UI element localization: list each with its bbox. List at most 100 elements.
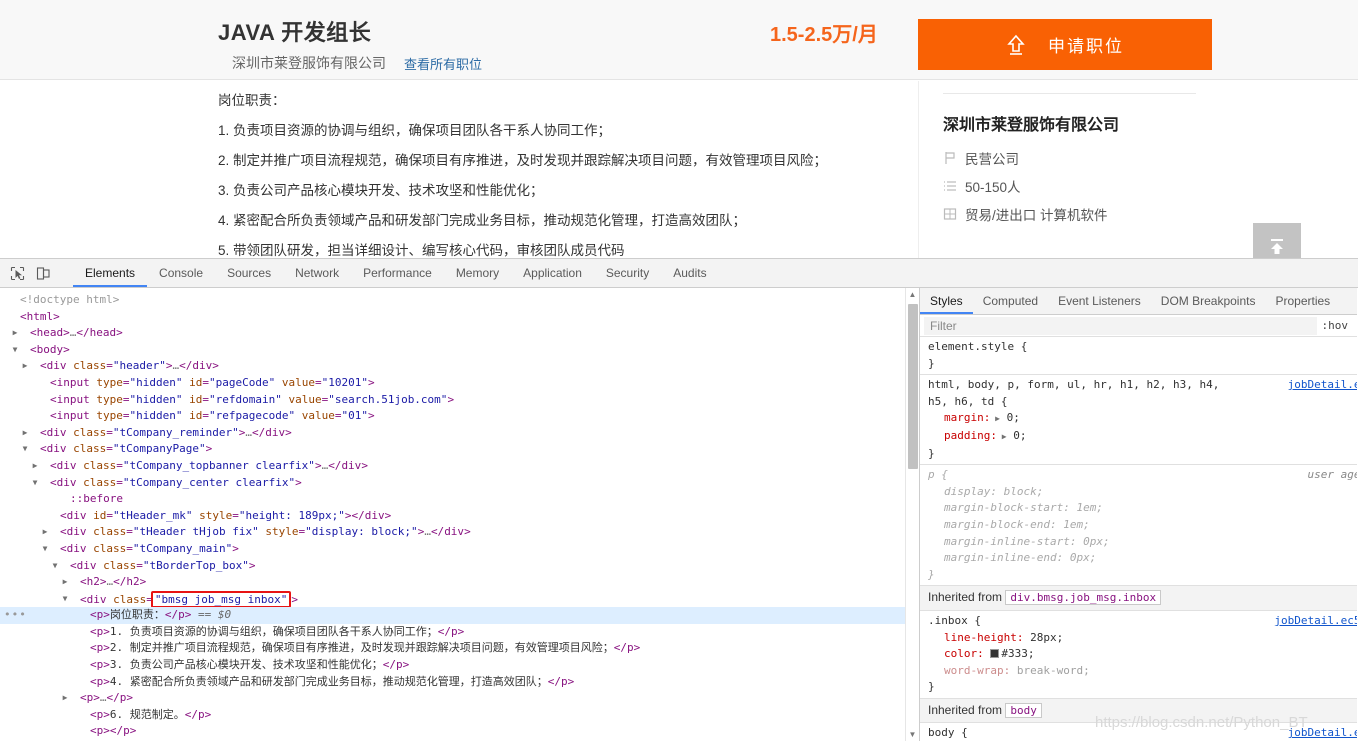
css-declaration[interactable]: color: #333; [928,646,1349,663]
dom-node[interactable]: <p>1. 负责项目资源的协调与组织，确保项目团队各干系人协同工作；</p> [0,624,919,641]
dom-node[interactable]: ▼ <div class="tCompany_center clearfix"> [0,475,919,492]
dom-node[interactable]: <!doctype html> [0,292,919,309]
dom-token: div [56,458,77,472]
toggle-device-toolbar-icon[interactable] [32,262,54,284]
dom-node[interactable]: <html> [0,309,919,326]
dom-node[interactable]: ▼ <div class="tCompany_main"> [0,541,919,558]
dom-node[interactable]: ▶ <div class="tCompany_topbanner clearfix… [0,458,919,475]
tab-performance[interactable]: Performance [351,259,444,287]
css-rule[interactable]: jobDetail.ec543 html, body, p, form, ul, … [920,375,1357,466]
tab-elements[interactable]: Elements [73,259,147,287]
dom-node[interactable]: <div id="tHeader_mk" style="height: 189p… [0,508,919,525]
collapsed-twisty-icon[interactable]: ▶ [40,524,50,541]
dom-node[interactable]: ▼ <div class="tCompanyPage"> [0,441,919,458]
expanded-twisty-icon[interactable]: ▼ [20,441,30,458]
company-card-name[interactable]: 深圳市莱登服饰有限公司 [943,111,1196,135]
dom-tree[interactable]: <!doctype html> <html> ▶ <head>…</head> ▼ <bo… [0,288,919,741]
dom-node[interactable]: ▶ <h2>…</h2> [0,574,919,591]
dom-node[interactable]: <p></p> [0,723,919,740]
css-rule[interactable]: jobDetail.ec5439e.inbox {line-height: 28… [920,611,1357,699]
stylesheet-source-link[interactable]: jobDetail.ec543 [1288,725,1357,741]
inherited-from-selector-chip[interactable]: div.bmsg.job_msg.inbox [1005,590,1162,606]
tab-event-listeners[interactable]: Event Listeners [1048,288,1151,314]
css-declaration[interactable]: margin-inline-start: 0px; [928,534,1349,551]
collapsed-twisty-icon[interactable]: ▶ [20,358,30,375]
dom-node[interactable]: ▶ <div class="tHeader tHjob fix" style="d… [0,524,919,541]
css-rule[interactable]: jobDetail.ec543body {font-size: 14px;bac… [920,723,1357,741]
dom-node[interactable]: <p>3. 负责公司产品核心模块开发、技术攻坚和性能优化；</p> [0,657,919,674]
dom-node[interactable]: ▶ <div class="tCompany_reminder">…</div> [0,425,919,442]
tab-properties[interactable]: Properties [1265,288,1340,314]
dom-node[interactable]: <input type="hidden" id="refpagecode" va… [0,408,919,425]
dom-tree-pane[interactable]: <!doctype html> <html> ▶ <head>…</head> ▼ <bo… [0,288,920,741]
dom-node[interactable]: <p>2. 制定并推广项目流程规范，确保项目有序推进，及时发现并跟踪解决项目问题… [0,640,919,657]
dom-node[interactable]: ▶ <p>…</p> [0,690,919,707]
dom-node[interactable]: ▶ <head>…</head> [0,325,919,342]
tab-styles[interactable]: Styles [920,288,973,314]
css-declaration[interactable]: margin-inline-end: 0px; [928,550,1349,567]
collapsed-twisty-icon[interactable]: ▶ [30,458,40,475]
tab-network[interactable]: Network [283,259,351,287]
css-declaration[interactable]: line-height: 28px; [928,630,1349,647]
dom-node[interactable]: ▶ <div class="header">…</div> [0,358,919,375]
css-property-value: 1em; [1076,501,1103,515]
css-declaration[interactable]: margin-block-start: 1em; [928,500,1349,517]
css-declaration[interactable]: margin-block-end: 1em; [928,517,1349,534]
collapsed-twisty-icon[interactable]: ▶ [60,574,70,591]
scroll-to-top-button[interactable] [1253,223,1301,258]
dom-node[interactable]: <p>6. 规范制定。</p> [0,707,919,724]
tab-console[interactable]: Console [147,259,215,287]
dom-token: "tCompany_reminder" [112,425,239,439]
expanded-twisty-icon[interactable]: ▼ [10,342,20,359]
scrollbar-thumb[interactable] [908,304,918,469]
scroll-down-arrow[interactable]: ▼ [906,728,919,741]
styles-filter-input[interactable] [924,316,1317,335]
collapsed-twisty-icon[interactable]: ▶ [20,425,30,442]
dom-node[interactable]: <input type="hidden" id="refdomain" valu… [0,392,919,409]
css-declaration[interactable]: padding: ▶ 0; [928,428,1349,446]
inherited-from-selector-chip[interactable]: body [1005,702,1042,718]
stylesheet-source-link[interactable]: jobDetail.ec5439e [1274,613,1357,630]
dom-node[interactable]: ::before [0,491,919,508]
dom-tree-scrollbar[interactable]: ▲ ▼ [905,288,919,741]
dom-node[interactable]: <p>4. 紧密配合所负责领域产品和研发部门完成业务目标，推动规范化管理，打造高… [0,674,919,691]
color-swatch[interactable] [990,649,1000,659]
dom-token: 1. 负责项目资源的协调与组织，确保项目团队各干系人协同工作； [109,624,438,638]
css-rules-list[interactable]: element.style {}jobDetail.ec543html, bod… [920,337,1357,741]
tab-audits[interactable]: Audits [661,259,718,287]
tab-security[interactable]: Security [594,259,661,287]
dom-node[interactable]: ▼ <div class= "bmsg job_msg inbox" > [0,590,919,608]
dom-token: </ [382,658,396,672]
collapsed-twisty-icon[interactable]: ▶ [60,690,70,707]
css-declaration[interactable]: word-wrap: break-word; [928,663,1349,680]
dom-node[interactable]: ▼ <body> [0,342,919,359]
dom-node[interactable]: ••• <p>岗位职责：</p> == $0 [0,607,919,624]
css-rule[interactable]: user agent sp {display: block;margin-blo… [920,465,1357,587]
collapsed-twisty-icon[interactable]: ▶ [10,325,20,342]
hover-state-button[interactable]: :hov [1317,319,1354,332]
tab-memory[interactable]: Memory [444,259,511,287]
apply-job-button[interactable]: 申请职位 [918,19,1212,70]
expand-shorthand-icon[interactable]: ▶ [990,414,1000,423]
dom-token: value [281,375,315,389]
css-rule[interactable]: element.style {} [920,337,1357,376]
inspect-element-icon[interactable] [6,262,28,284]
tab-computed[interactable]: Computed [973,288,1048,314]
expanded-twisty-icon[interactable]: ▼ [30,475,40,492]
dom-token: = [122,392,130,406]
salary-text: 1.5-2.5万/月 [770,24,878,46]
scroll-up-arrow[interactable]: ▲ [906,288,919,301]
tab-dom-breakpoints[interactable]: DOM Breakpoints [1151,288,1266,314]
expanded-twisty-icon[interactable]: ▼ [50,558,60,575]
dom-node[interactable]: <input type="hidden" id="pageCode" value… [0,375,919,392]
view-all-jobs-link[interactable]: 查看所有职位 [404,54,482,73]
css-declaration[interactable]: margin: ▶ 0; [928,410,1349,428]
css-declaration[interactable]: display: block; [928,484,1349,501]
stylesheet-source-link[interactable]: jobDetail.ec543 [1288,377,1357,394]
dom-node[interactable]: ▼ <div class="tBorderTop_box"> [0,558,919,575]
expand-shorthand-icon[interactable]: ▶ [997,432,1007,441]
tab-application[interactable]: Application [511,259,594,287]
expanded-twisty-icon[interactable]: ▼ [40,541,50,558]
expanded-twisty-icon[interactable]: ▼ [60,591,70,608]
tab-sources[interactable]: Sources [215,259,283,287]
